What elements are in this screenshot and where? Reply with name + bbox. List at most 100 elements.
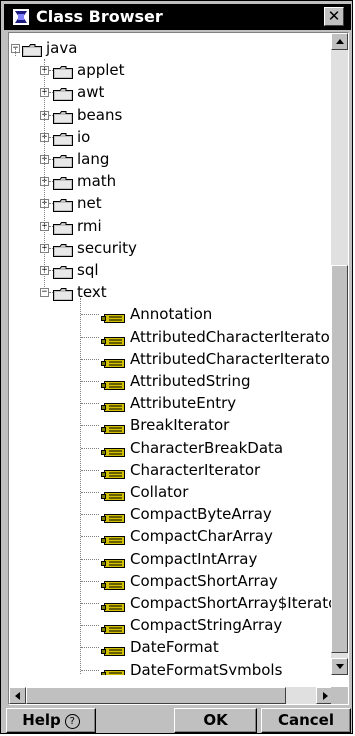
tree-node-java-label: java bbox=[46, 39, 78, 57]
class-icon bbox=[101, 375, 125, 390]
cancel-button[interactable]: Cancel bbox=[261, 708, 351, 733]
class-icon bbox=[101, 397, 125, 413]
tree-node-java[interactable]: − java bbox=[9, 37, 333, 59]
horizontal-scrollbar[interactable] bbox=[9, 687, 333, 704]
tree-node-awt[interactable]: + awt bbox=[9, 81, 333, 103]
tree-leaf-class-label: CharacterIterator bbox=[130, 460, 261, 479]
folder-icon bbox=[53, 263, 73, 279]
tree-leaf-class-label: CompactShortArray$Iterator bbox=[130, 594, 333, 612]
class-icon bbox=[101, 553, 125, 568]
tree-leaf-class[interactable]: AttributedCharacterIterator$At bbox=[9, 348, 333, 370]
tree-leaf-class[interactable]: CharacterBreakData bbox=[9, 437, 333, 459]
help-icon: ? bbox=[64, 714, 80, 729]
class-icon bbox=[101, 664, 125, 675]
tree-leaf-class[interactable]: BreakIterator bbox=[9, 414, 333, 436]
tree-leaf-class-label: AttributedCharacterIterator bbox=[130, 327, 333, 346]
title-bar[interactable]: Class Browser ✕ bbox=[4, 4, 351, 30]
folder-icon bbox=[53, 108, 73, 124]
class-icon bbox=[101, 442, 125, 457]
tree-leaf-class[interactable]: CompactShortArray$Iterator bbox=[9, 592, 333, 614]
tree-connector-line bbox=[81, 314, 99, 316]
tree-node-rmi-label: rmi bbox=[77, 216, 102, 235]
tree-connector-line bbox=[81, 336, 99, 338]
class-icon bbox=[101, 486, 125, 501]
vertical-scroll-thumb[interactable] bbox=[331, 265, 348, 653]
tree-connector-line bbox=[81, 514, 99, 516]
help-button[interactable]: Help? bbox=[6, 708, 96, 733]
tree-connector-line bbox=[81, 381, 99, 382]
tree-leaf-class-label: CompactByteArray bbox=[130, 505, 272, 524]
tree-connector-line bbox=[49, 181, 53, 183]
tree-leaf-class-label: Annotation bbox=[130, 305, 213, 324]
horizontal-scroll-thumb[interactable] bbox=[26, 687, 286, 704]
tree-leaf-class-label: CharacterBreakData bbox=[130, 438, 284, 457]
tree-connector-line bbox=[49, 159, 53, 160]
tree-connector-line bbox=[81, 425, 99, 427]
tree-leaf-class-label: AttributedString bbox=[130, 372, 251, 390]
folder-icon bbox=[53, 219, 73, 235]
tree-node-io[interactable]: + io bbox=[9, 126, 333, 148]
help-button-label: Help bbox=[22, 711, 61, 729]
tree-connector-line bbox=[49, 92, 53, 94]
tree-leaf-class-label: CompactIntArray bbox=[130, 549, 258, 568]
tree-node-lang[interactable]: + lang bbox=[9, 148, 333, 170]
tree-node-math[interactable]: + math bbox=[9, 170, 333, 192]
tree-node-lang-label: lang bbox=[77, 150, 110, 168]
tree-leaf-class-label: CompactCharArray bbox=[130, 527, 273, 546]
class-icon bbox=[101, 619, 125, 635]
tree-leaf-class[interactable]: Collator bbox=[9, 481, 333, 503]
folder-icon bbox=[22, 41, 42, 57]
tree-connector-line bbox=[81, 603, 99, 604]
arrow-right-icon bbox=[323, 692, 328, 700]
tree-connector-line bbox=[81, 580, 99, 582]
class-icon bbox=[101, 464, 125, 479]
tree-node-rmi[interactable]: + rmi bbox=[9, 215, 333, 237]
tree-leaf-class[interactable]: CharacterIterator bbox=[9, 459, 333, 481]
app-icon bbox=[13, 9, 29, 25]
tree-connector-line bbox=[81, 403, 99, 405]
tree-node-security[interactable]: + security bbox=[9, 237, 333, 259]
tree-connector-line bbox=[81, 447, 99, 449]
close-button[interactable]: ✕ bbox=[324, 7, 344, 26]
scroll-left-button[interactable] bbox=[9, 687, 26, 704]
tree-leaf-class[interactable]: AttributedCharacterIterator bbox=[9, 326, 333, 348]
tree-leaf-class[interactable]: DateFormat bbox=[9, 636, 333, 658]
tree-node-net[interactable]: + net bbox=[9, 192, 333, 214]
tree-leaf-class[interactable]: CompactStringArray bbox=[9, 614, 333, 636]
tree-leaf-class[interactable]: DateFormatSymbols bbox=[9, 659, 333, 675]
tree-leaf-class[interactable]: AttributeEntry bbox=[9, 392, 333, 414]
folder-icon bbox=[53, 130, 73, 146]
collapse-toggle-icon[interactable]: − bbox=[40, 288, 49, 298]
tree-node-beans[interactable]: + beans bbox=[9, 104, 333, 126]
tree-node-math-label: math bbox=[77, 172, 117, 191]
tree-leaf-class[interactable]: AttributedString bbox=[9, 370, 333, 392]
tree-connector-line bbox=[49, 292, 53, 294]
scrollbar-corner bbox=[331, 687, 348, 704]
vertical-scrollbar[interactable] bbox=[331, 33, 348, 675]
scroll-up-button[interactable] bbox=[331, 33, 348, 50]
tree-leaf-class[interactable]: CompactByteArray bbox=[9, 503, 333, 525]
folder-icon bbox=[53, 241, 73, 257]
class-tree-panel[interactable]: − java + applet + awt + beans + io + lang + math + net +… bbox=[8, 32, 349, 705]
folder-icon bbox=[53, 85, 73, 102]
class-tree[interactable]: − java + applet + awt + beans + io + lang + math + net +… bbox=[9, 33, 333, 675]
tree-node-applet[interactable]: + applet bbox=[9, 59, 333, 81]
tree-node-text[interactable]: − text bbox=[9, 281, 333, 303]
class-icon bbox=[101, 353, 125, 368]
ok-button[interactable]: OK bbox=[174, 708, 257, 733]
scroll-down-button[interactable] bbox=[331, 658, 348, 675]
tree-leaf-class[interactable]: CompactShortArray bbox=[9, 570, 333, 592]
arrow-left-icon bbox=[15, 692, 20, 700]
tree-node-sql-label: sql bbox=[77, 261, 99, 279]
tree-node-sql[interactable]: + sql bbox=[9, 259, 333, 281]
tree-leaf-class[interactable]: CompactIntArray bbox=[9, 548, 333, 570]
tree-leaf-class[interactable]: CompactCharArray bbox=[9, 525, 333, 547]
tree-node-net-label: net bbox=[77, 194, 102, 213]
tree-connector-line bbox=[81, 536, 99, 538]
class-icon bbox=[101, 419, 125, 435]
tree-leaf-class-label: AttributedCharacterIterator$At bbox=[130, 349, 333, 368]
tree-connector-line bbox=[49, 225, 53, 227]
tree-leaf-class-label: CompactStringArray bbox=[130, 616, 283, 635]
tree-connector-line bbox=[81, 625, 99, 627]
tree-leaf-class[interactable]: Annotation bbox=[9, 303, 333, 325]
